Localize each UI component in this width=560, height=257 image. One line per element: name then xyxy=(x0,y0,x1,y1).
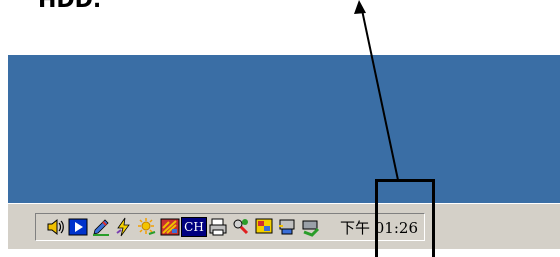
ime-label: CH xyxy=(181,217,207,237)
taskbar: CH 下午 01:26 xyxy=(8,203,560,249)
ime-ch-icon[interactable]: CH xyxy=(181,217,207,237)
speaker-icon[interactable] xyxy=(44,217,66,237)
pen-tool-icon[interactable] xyxy=(90,217,112,237)
system-tray: CH 下午 01:26 xyxy=(35,213,425,241)
annotation-caption: HDD. xyxy=(38,0,102,13)
safely-remove-hardware-icon[interactable] xyxy=(299,217,321,237)
network-scan-icon[interactable] xyxy=(230,217,252,237)
hardware-icon[interactable] xyxy=(276,217,298,237)
printer-icon[interactable] xyxy=(207,217,229,237)
desktop-background xyxy=(8,55,560,203)
lightning-icon[interactable] xyxy=(113,217,135,237)
tray-icons: CH xyxy=(44,217,322,237)
display-settings-icon[interactable] xyxy=(253,217,275,237)
sun-icon[interactable] xyxy=(136,217,158,237)
arrowhead-icon xyxy=(354,0,366,14)
annotation-highlight-box xyxy=(375,179,435,257)
media-player-icon[interactable] xyxy=(67,217,89,237)
red-pattern-icon[interactable] xyxy=(159,217,181,237)
